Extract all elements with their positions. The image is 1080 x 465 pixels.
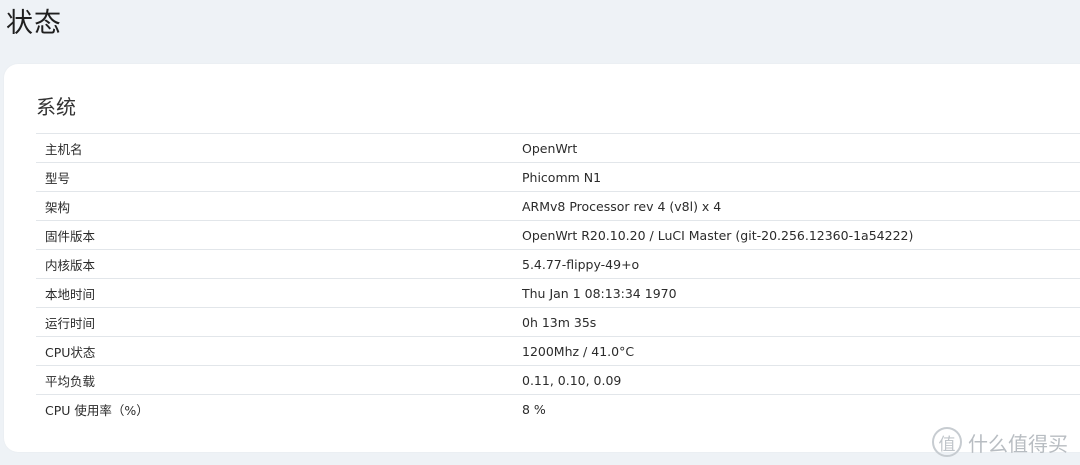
watermark-text: 什么值得买 [968,431,1068,456]
table-row: 架构 ARMv8 Processor rev 4 (v8l) x 4 [36,192,1080,221]
table-row: 运行时间 0h 13m 35s [36,308,1080,337]
row-label: 运行时间 [45,315,96,331]
table-row: CPU状态 1200Mhz / 41.0°C [36,337,1080,366]
row-value: OpenWrt [522,140,578,156]
row-label: 型号 [45,170,71,186]
row-label: 平均负载 [45,373,96,389]
row-value: 5.4.77-flippy-49+o [522,256,640,272]
row-value: 8 % [522,401,546,417]
row-value: ARMv8 Processor rev 4 (v8l) x 4 [522,198,722,214]
row-value: 0h 13m 35s [522,314,597,330]
watermark: 值 什么值得买 [932,427,1068,457]
system-info-table: 主机名 OpenWrt 型号 Phicomm N1 架构 ARMv8 Proce… [36,133,1080,423]
row-value: 0.11, 0.10, 0.09 [522,372,622,388]
row-label: 主机名 [45,141,83,157]
row-value: Phicomm N1 [522,169,602,185]
system-status-card: 系统 主机名 OpenWrt 型号 Phicomm N1 架构 ARMv8 Pr… [4,64,1080,452]
smzdm-logo-icon: 值 [932,427,962,457]
table-row: 内核版本 5.4.77-flippy-49+o [36,250,1080,279]
table-row: 固件版本 OpenWrt R20.10.20 / LuCI Master (gi… [36,221,1080,250]
row-label: 内核版本 [45,257,96,273]
section-title: 系统 [36,95,76,119]
row-label: CPU 使用率（%） [45,402,149,418]
table-row: 本地时间 Thu Jan 1 08:13:34 1970 [36,279,1080,308]
row-label: 固件版本 [45,228,96,244]
row-label: 架构 [45,199,71,215]
row-label: CPU状态 [45,344,96,360]
table-row: 主机名 OpenWrt [36,134,1080,163]
row-label: 本地时间 [45,286,96,302]
page-title: 状态 [6,8,62,39]
table-row: 型号 Phicomm N1 [36,163,1080,192]
table-row: CPU 使用率（%） 8 % [36,395,1080,423]
row-value: OpenWrt R20.10.20 / LuCI Master (git-20.… [522,227,914,243]
row-value: Thu Jan 1 08:13:34 1970 [522,285,677,301]
table-row: 平均负载 0.11, 0.10, 0.09 [36,366,1080,395]
row-value: 1200Mhz / 41.0°C [522,343,635,359]
